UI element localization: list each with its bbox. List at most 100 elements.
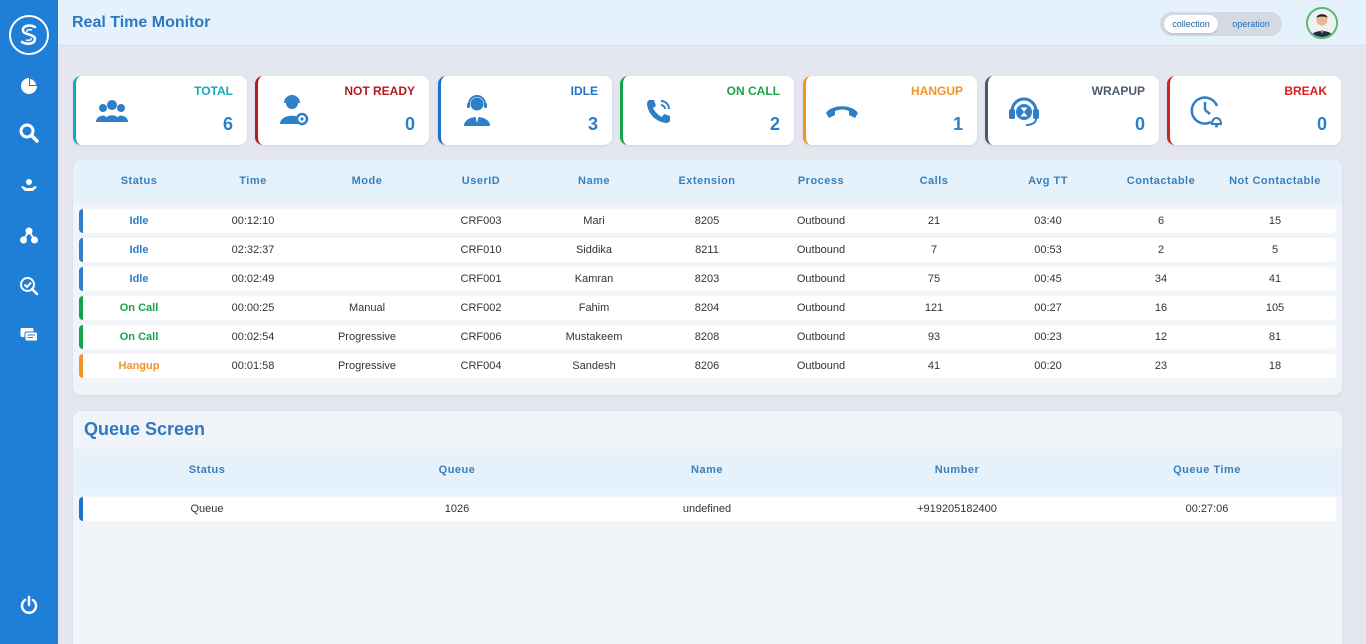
stat-card-hangup[interactable]: HANGUP 1: [803, 76, 977, 145]
cell-extension: 8205: [694, 215, 720, 227]
stat-label: WRAPUP: [1091, 84, 1145, 98]
col-mode[interactable]: Mode: [352, 175, 383, 187]
col-contactable[interactable]: Contactable: [1127, 175, 1195, 187]
header: Real Time Monitor collection operation: [58, 0, 1366, 46]
col-queue-name[interactable]: Name: [691, 464, 723, 476]
col-extension[interactable]: Extension: [678, 175, 735, 187]
col-calls[interactable]: Calls: [920, 175, 949, 187]
table-row[interactable]: Idle 00:02:49 CRF001 Kamran 8203 Outboun…: [79, 267, 1336, 291]
cell-status: On Call: [119, 302, 159, 314]
agent-settings-icon: [276, 94, 312, 128]
cell-queue-status: Queue: [190, 503, 224, 515]
col-number[interactable]: Number: [935, 464, 980, 476]
table-row[interactable]: On Call 00:00:25 Manual CRF002 Fahim 820…: [79, 296, 1336, 320]
cell-not-contactable: 81: [1268, 331, 1282, 343]
cell-status: On Call: [119, 331, 159, 343]
col-userid[interactable]: UserID: [462, 175, 500, 187]
table-row[interactable]: Queue 1026 undefined +919205182400 00:27…: [79, 497, 1336, 521]
stat-card-break[interactable]: BREAK 0: [1167, 76, 1341, 145]
cell-queue-time: 00:27:06: [1185, 503, 1229, 515]
cell-time: 00:01:58: [231, 360, 275, 372]
cell-queue-name: undefined: [682, 503, 732, 515]
stat-card-total[interactable]: TOTAL 6: [73, 76, 247, 145]
cell-calls: 75: [927, 273, 941, 285]
cell-name: Kamran: [574, 273, 614, 285]
cell-avg-tt: 00:20: [1034, 360, 1062, 372]
cell-process: Outbound: [796, 302, 846, 314]
chat-icon[interactable]: [17, 323, 41, 347]
col-queue-status[interactable]: Status: [189, 464, 226, 476]
stat-label: BREAK: [1284, 84, 1327, 98]
cell-time: 00:02:49: [231, 273, 275, 285]
stat-card-idle[interactable]: IDLE 3: [438, 76, 612, 145]
clock-bell-icon: [1188, 94, 1224, 128]
page-title: Real Time Monitor: [72, 14, 211, 31]
stat-label: NOT READY: [344, 84, 415, 98]
cell-userid: CRF003: [460, 215, 502, 227]
stat-label: HANGUP: [910, 84, 963, 98]
stat-card-on-call[interactable]: ON CALL 2: [620, 76, 794, 145]
cell-contactable: 12: [1154, 331, 1168, 343]
search-check-icon[interactable]: [17, 274, 41, 298]
mode-toggle[interactable]: collection operation: [1160, 12, 1282, 36]
col-name[interactable]: Name: [578, 175, 610, 187]
cell-avg-tt: 03:40: [1034, 215, 1062, 227]
col-queue-time[interactable]: Queue Time: [1173, 464, 1241, 476]
stat-card-not-ready[interactable]: NOT READY 0: [255, 76, 429, 145]
sidebar: [0, 0, 58, 644]
avatar[interactable]: [1306, 7, 1338, 39]
cell-process: Outbound: [796, 273, 846, 285]
cell-not-contactable: 5: [1271, 244, 1279, 256]
table-row[interactable]: Idle 00:12:10 CRF003 Mari 8205 Outbound …: [79, 209, 1336, 233]
col-avg-tt[interactable]: Avg TT: [1028, 175, 1068, 187]
queue-panel: Queue Screen Status Queue Name Number Qu…: [73, 411, 1342, 644]
cell-not-contactable: 15: [1268, 215, 1282, 227]
cell-name: Mari: [583, 215, 605, 227]
table-row[interactable]: On Call 00:02:54 Progressive CRF006 Must…: [79, 325, 1336, 349]
cell-userid: CRF001: [460, 273, 502, 285]
cell-mode: Progressive: [337, 360, 397, 372]
cell-calls: 7: [930, 244, 938, 256]
cell-name: Fahim: [578, 302, 610, 314]
cell-process: Outbound: [796, 244, 846, 256]
cell-time: 00:00:25: [231, 302, 275, 314]
cell-status: Hangup: [118, 360, 160, 372]
app-logo-icon[interactable]: [9, 15, 49, 55]
toggle-operation[interactable]: operation: [1224, 15, 1278, 33]
cell-name: Sandesh: [572, 360, 616, 372]
col-status[interactable]: Status: [121, 175, 158, 187]
cell-calls: 41: [927, 360, 941, 372]
stat-value: 2: [769, 114, 780, 134]
stat-card-wrapup[interactable]: WRAPUP 0: [985, 76, 1159, 145]
stat-value: 6: [222, 114, 233, 134]
col-not-contactable[interactable]: Not Contactable: [1229, 175, 1321, 187]
stat-value: 1: [952, 114, 963, 134]
cell-time: 02:32:37: [231, 244, 275, 256]
stat-value: 3: [587, 114, 598, 134]
cell-userid: CRF010: [460, 244, 502, 256]
headset-hourglass-icon: [1006, 94, 1042, 128]
table-row[interactable]: Hangup 00:01:58 Progressive CRF004 Sande…: [79, 354, 1336, 378]
stat-value: 0: [1316, 114, 1327, 134]
cell-status: Idle: [129, 215, 149, 227]
stat-label: ON CALL: [726, 84, 780, 98]
cell-extension: 8206: [694, 360, 720, 372]
dashboard-pie-icon[interactable]: [17, 74, 41, 98]
toggle-collection[interactable]: collection: [1164, 15, 1218, 33]
search-icon[interactable]: [17, 121, 41, 145]
agent-table: Status Time Mode UserID Name Extension P…: [73, 160, 1342, 395]
cell-mode: Progressive: [337, 331, 397, 343]
col-time[interactable]: Time: [239, 175, 266, 187]
queue-table-header: Status Queue Name Number Queue Time: [73, 449, 1342, 495]
cell-not-contactable: 105: [1265, 302, 1285, 314]
hand-user-icon[interactable]: [17, 174, 41, 198]
cell-name: Mustakeem: [565, 331, 623, 343]
cell-time: 00:02:54: [231, 331, 275, 343]
network-icon[interactable]: [17, 224, 41, 248]
cell-mode: Manual: [348, 302, 386, 314]
col-queue[interactable]: Queue: [439, 464, 476, 476]
cell-number: +919205182400: [917, 503, 997, 515]
table-row[interactable]: Idle 02:32:37 CRF010 Siddika 8211 Outbou…: [79, 238, 1336, 262]
power-icon[interactable]: [17, 593, 41, 617]
col-process[interactable]: Process: [798, 175, 844, 187]
